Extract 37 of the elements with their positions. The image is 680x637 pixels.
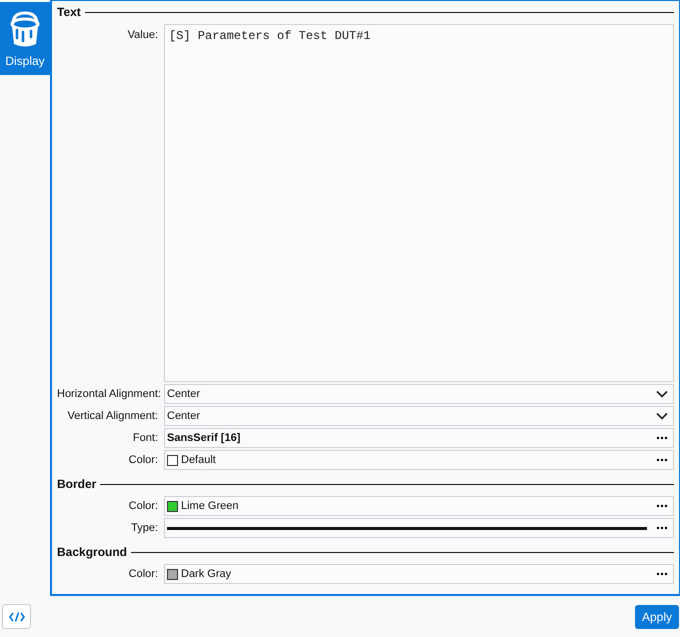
font-picker[interactable]: SansSerif [16] xyxy=(164,428,674,448)
field-label: Type: xyxy=(130,522,158,534)
text-value: [S] Parameters of Test DUT#1 xyxy=(169,29,371,43)
code-icon xyxy=(8,612,24,622)
more-icon[interactable] xyxy=(656,458,668,462)
dropdown[interactable]: Center xyxy=(164,406,674,426)
chevron-down-icon xyxy=(656,390,668,398)
section-title: Background xyxy=(57,545,128,559)
more-icon[interactable] xyxy=(656,436,668,440)
color-picker[interactable]: Dark Gray xyxy=(164,564,674,584)
code-button[interactable] xyxy=(2,604,31,629)
sidebar-tab[interactable]: Display xyxy=(0,2,50,75)
color-value: Dark Gray xyxy=(181,568,232,580)
dropdown-value: Center xyxy=(167,410,202,422)
more-icon[interactable] xyxy=(656,526,668,530)
field-label: Value: xyxy=(126,28,158,41)
apply-button[interactable]: Apply xyxy=(634,604,679,628)
field-label: Color: xyxy=(128,500,158,512)
dropdown[interactable]: Center xyxy=(164,384,674,404)
field-label: Color: xyxy=(128,568,158,580)
field-label: Color: xyxy=(128,454,158,466)
color-value: Default xyxy=(181,454,217,466)
more-icon[interactable] xyxy=(656,504,668,508)
field-label: Vertical Alignment: xyxy=(66,410,158,422)
field-label: Horizontal Alignment: xyxy=(57,388,158,400)
line-type-picker[interactable] xyxy=(164,518,674,538)
section-title: Text xyxy=(57,5,81,19)
section-title: Border xyxy=(57,477,96,491)
color-value: Lime Green xyxy=(181,500,240,512)
font-value: SansSerif [16] xyxy=(167,432,242,444)
text-area[interactable]: [S] Parameters of Test DUT#1 xyxy=(164,24,674,382)
field-label: Font: xyxy=(132,432,158,444)
color-picker[interactable]: Default xyxy=(164,450,674,470)
dropdown-value: Center xyxy=(167,388,202,400)
chevron-down-icon xyxy=(656,412,668,420)
color-picker[interactable]: Lime Green xyxy=(164,496,674,516)
more-icon[interactable] xyxy=(656,572,668,576)
